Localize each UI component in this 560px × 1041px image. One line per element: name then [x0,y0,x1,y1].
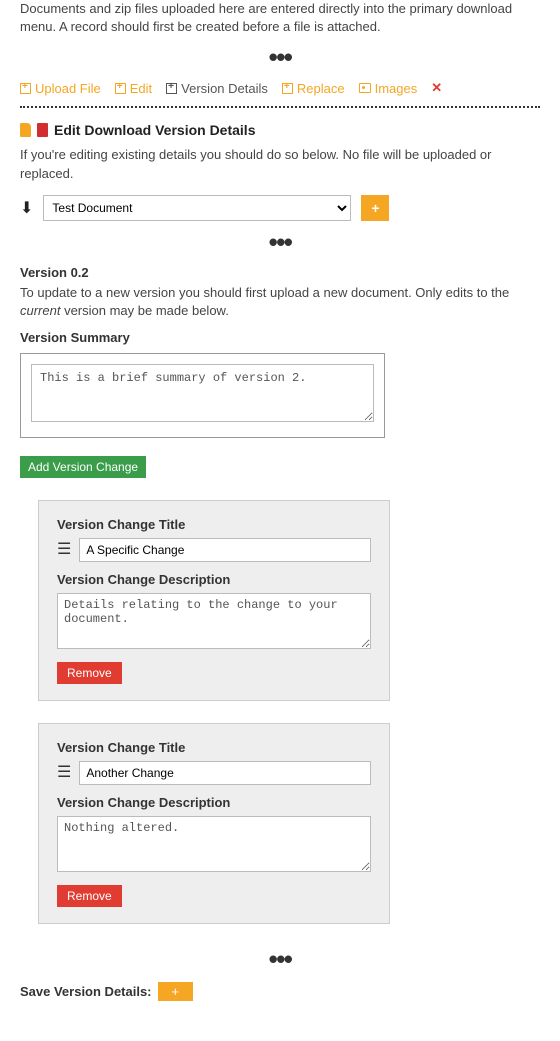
pdf-icon [37,123,48,137]
change-desc-textarea[interactable]: Details relating to the change to your d… [57,593,371,649]
download-icon: ⬇ [20,198,33,218]
plus-icon [166,83,177,94]
plus-icon [282,83,293,94]
version-details-label: Version Details [181,81,268,96]
change-title-label: Version Change Title [57,740,371,755]
images-link[interactable]: Images [359,81,418,96]
images-label: Images [375,81,418,96]
version-note: To update to a new version you should fi… [20,284,540,320]
edit-label: Edit [130,81,152,96]
version-change-card: Version Change Title ☰ Version Change De… [38,723,390,924]
remove-change-button[interactable]: Remove [57,662,122,684]
document-select-row: ⬇ Test Document + [20,195,540,221]
section-header: Edit Download Version Details [20,122,540,138]
divider-ellipsis: ••• [20,44,540,70]
version-note-post: version may be made below. [60,303,228,318]
upload-file-link[interactable]: Upload File [20,81,101,96]
divider-ellipsis: ••• [20,229,540,255]
version-summary-textarea[interactable]: This is a brief summary of version 2. [31,364,374,422]
version-note-pre: To update to a new version you should fi… [20,285,509,300]
document-select[interactable]: Test Document [43,195,351,221]
change-title-input[interactable] [79,538,371,562]
section-title: Edit Download Version Details [54,122,255,138]
replace-label: Replace [297,81,345,96]
remove-change-button[interactable]: Remove [57,885,122,907]
change-desc-label: Version Change Description [57,795,371,810]
dotted-divider [20,106,540,108]
change-title-input[interactable] [79,761,371,785]
edit-link[interactable]: Edit [115,81,152,96]
action-toolbar: Upload File Edit Version Details Replace… [20,80,540,102]
add-version-change-button[interactable]: Add Version Change [20,456,146,478]
plus-icon [20,83,31,94]
change-desc-textarea[interactable]: Nothing altered. [57,816,371,872]
delete-icon[interactable]: ✕ [431,80,442,96]
change-title-label: Version Change Title [57,517,371,532]
add-document-button[interactable]: + [361,195,389,221]
replace-link[interactable]: Replace [282,81,345,96]
version-heading: Version 0.2 [20,265,540,280]
drag-handle-icon[interactable]: ☰ [57,542,71,558]
version-details-link[interactable]: Version Details [166,81,268,96]
drag-handle-icon[interactable]: ☰ [57,765,71,781]
divider-ellipsis: ••• [20,946,540,972]
version-summary-label: Version Summary [20,330,540,345]
save-version-details-button[interactable]: + [158,982,194,1001]
plus-icon [115,83,126,94]
save-label: Save Version Details: [20,984,152,999]
upload-file-label: Upload File [35,81,101,96]
version-note-em: current [20,303,60,318]
version-change-card: Version Change Title ☰ Version Change De… [38,500,390,701]
save-row: Save Version Details: + [20,982,540,1001]
version-summary-box: This is a brief summary of version 2. [20,353,385,438]
section-help-text: If you're editing existing details you s… [20,146,540,182]
image-icon [359,83,371,93]
file-icon [20,123,31,137]
change-desc-label: Version Change Description [57,572,371,587]
intro-text: Documents and zip files uploaded here ar… [20,0,540,36]
